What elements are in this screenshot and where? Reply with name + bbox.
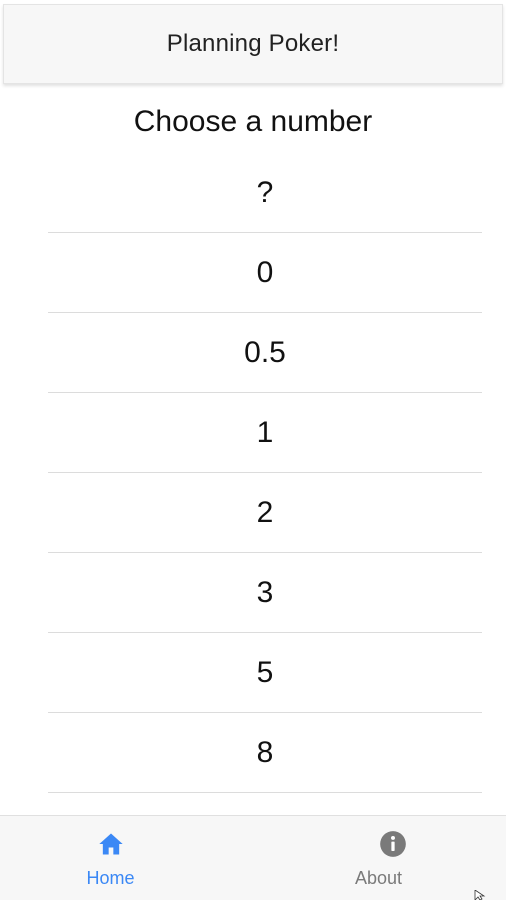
tab-about-label: About <box>354 868 403 888</box>
number-item-8[interactable]: 8 <box>48 713 482 793</box>
tab-home[interactable]: Home <box>0 816 253 900</box>
number-item-1[interactable]: 1 <box>48 393 482 473</box>
page-heading: Choose a number <box>133 105 373 138</box>
mouse-cursor-icon <box>474 890 486 900</box>
number-item-5[interactable]: 5 <box>48 633 482 713</box>
tab-bar: Home About <box>0 815 506 900</box>
tab-home-label: Home <box>86 868 135 888</box>
number-item-unknown[interactable]: ? <box>48 153 482 233</box>
main-content: Choose a number ? 0 0.5 1 2 3 5 8 <box>0 87 506 815</box>
tab-about[interactable]: About <box>253 816 506 900</box>
app-screen: Planning Poker! Choose a number ? 0 0.5 … <box>0 0 506 900</box>
info-icon <box>379 831 406 857</box>
number-item-0-5[interactable]: 0.5 <box>48 313 482 393</box>
app-title: Planning Poker! <box>166 30 340 57</box>
number-list: ? 0 0.5 1 2 3 5 8 <box>48 153 482 793</box>
number-item-3[interactable]: 3 <box>48 553 482 633</box>
app-header: Planning Poker! <box>3 4 503 84</box>
number-item-2[interactable]: 2 <box>48 473 482 553</box>
number-item-0[interactable]: 0 <box>48 233 482 313</box>
home-icon <box>98 833 123 855</box>
